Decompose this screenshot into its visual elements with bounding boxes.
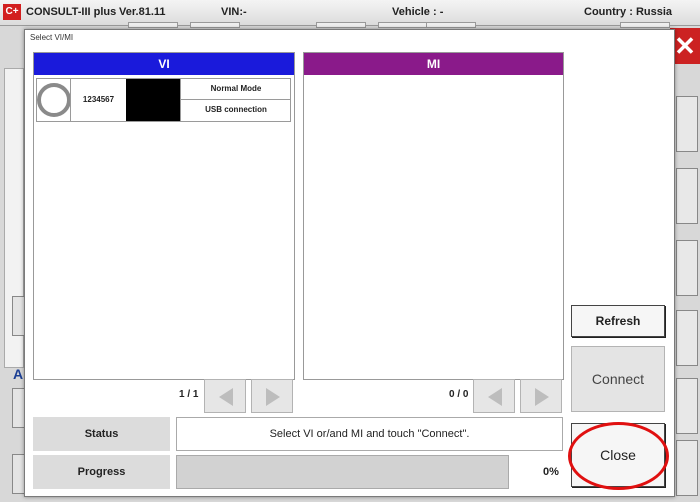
bg-button — [676, 240, 698, 296]
vin-label: VIN:- — [221, 6, 247, 18]
connect-button[interactable]: Connect — [571, 346, 665, 412]
highlight-circle — [568, 422, 669, 490]
arrow-left-icon — [219, 388, 233, 406]
refresh-button[interactable]: Refresh — [571, 305, 665, 337]
mi-prev-button[interactable] — [473, 379, 515, 413]
select-vi-mi-dialog: Select VI/MI VI 1234567 Normal Mode USB … — [24, 29, 675, 497]
vi-next-button[interactable] — [251, 379, 293, 413]
arrow-left-icon — [488, 388, 502, 406]
vi-serial: 1234567 — [70, 79, 126, 121]
ring-icon — [37, 83, 71, 117]
mi-page-indicator: 0 / 0 — [449, 389, 469, 400]
bg-tab — [426, 22, 476, 28]
bg-button — [676, 96, 698, 152]
status-message: Select VI or/and MI and touch "Connect". — [176, 417, 563, 451]
vi-image — [126, 79, 180, 121]
vi-connection: USB connection — [180, 100, 291, 121]
mi-next-button[interactable] — [520, 379, 562, 413]
app-version: Ver.81.11 — [119, 6, 166, 18]
arrow-right-icon — [535, 388, 549, 406]
arrow-right-icon — [266, 388, 280, 406]
vi-prev-button[interactable] — [204, 379, 246, 413]
bg-tab — [378, 22, 428, 28]
vi-list-item[interactable]: 1234567 Normal Mode USB connection — [36, 78, 291, 122]
mi-list-panel: MI — [303, 52, 564, 380]
bg-tab — [128, 22, 178, 28]
dialog-title: Select VI/MI — [30, 33, 74, 42]
mi-header: MI — [304, 53, 563, 75]
bg-button — [676, 440, 698, 496]
vi-header: VI — [34, 53, 294, 75]
bg-section-letter: A — [13, 366, 24, 382]
bg-button — [676, 378, 698, 434]
vehicle-label: Vehicle : - — [392, 6, 444, 18]
bg-tab — [190, 22, 240, 28]
progress-percent: 0% — [543, 466, 559, 478]
bg-tab — [316, 22, 366, 28]
progress-label: Progress — [33, 455, 170, 489]
bg-tab — [620, 22, 670, 28]
vi-page-indicator: 1 / 1 — [179, 389, 199, 400]
vi-list-panel: VI 1234567 Normal Mode USB connection — [33, 52, 295, 380]
bg-button — [676, 168, 698, 224]
bg-button — [676, 310, 698, 366]
progress-bar — [176, 455, 509, 489]
app-logo-icon: C+ — [3, 4, 21, 20]
country-label: Country : Russia — [584, 6, 673, 18]
vi-mode: Normal Mode — [180, 79, 291, 100]
app-title: CONSULT-III plus — [26, 6, 117, 18]
status-label: Status — [33, 417, 170, 451]
